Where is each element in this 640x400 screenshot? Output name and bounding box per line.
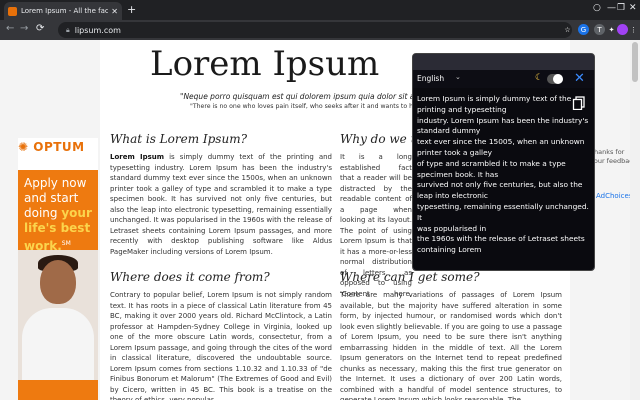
lipsum-favicon-icon bbox=[8, 6, 17, 16]
browser-toolbar: ← → ⟳ 🔒︎ lipsum.com ☆ G T ✦ ⋮ bbox=[0, 20, 640, 40]
translate-ext-icon[interactable]: T bbox=[594, 24, 605, 35]
google-ext-icon[interactable]: G bbox=[578, 24, 589, 35]
new-tab-button[interactable]: + bbox=[127, 3, 136, 16]
language-select[interactable]: English bbox=[417, 74, 444, 83]
lead-text: Lorem Ipsum bbox=[110, 153, 165, 161]
close-icon[interactable]: ✕ bbox=[574, 71, 585, 86]
section-heading-where-from: Where does it come from? bbox=[110, 270, 270, 284]
popup-drag-bar[interactable] bbox=[413, 54, 594, 70]
section-text-get-some: There are many variations of passages of… bbox=[340, 291, 562, 400]
forward-icon[interactable]: → bbox=[20, 23, 28, 34]
maximize-button[interactable]: ❐ bbox=[617, 3, 625, 13]
address-bar[interactable]: 🔒︎ lipsum.com bbox=[58, 22, 572, 38]
browser-tab-bar: Lorem Ipsum - All the facts - Lipsum ✕ +… bbox=[0, 0, 640, 20]
moon-icon: ☾ bbox=[535, 73, 544, 83]
chevron-down-icon[interactable]: ⌄ bbox=[455, 73, 461, 81]
profile-icon[interactable] bbox=[617, 24, 628, 35]
lock-icon: 🔒︎ bbox=[66, 25, 70, 34]
site-title: Lorem Ipsum bbox=[150, 44, 380, 84]
section-heading-get-some: Where can I get some? bbox=[340, 270, 480, 284]
translated-text: Lorem Ipsum is simply dummy text of the … bbox=[417, 94, 589, 255]
optum-ad[interactable]: ✺ OPTUM Apply now and start doing your l… bbox=[18, 138, 98, 400]
translator-popup: English ⌄ ☾ ✕ Lorem Ipsum is simply dumm… bbox=[412, 53, 595, 271]
menu-icon[interactable]: ⋮ bbox=[628, 24, 639, 35]
minimize-button[interactable]: — bbox=[607, 3, 616, 13]
section-text-where-from: Contrary to popular belief, Lorem Ipsum … bbox=[110, 291, 332, 400]
close-window-button[interactable]: ✕ bbox=[629, 3, 637, 13]
browser-tab[interactable]: Lorem Ipsum - All the facts - Lipsum ✕ bbox=[4, 2, 122, 20]
optum-logo: ✺ OPTUM bbox=[18, 140, 85, 154]
puzzle-icon[interactable]: ✦ bbox=[606, 24, 617, 35]
dark-mode-toggle[interactable] bbox=[547, 74, 563, 84]
popup-header: English ⌄ ☾ ✕ bbox=[413, 70, 594, 88]
copy-icon[interactable] bbox=[572, 96, 586, 110]
page-scrollbar[interactable] bbox=[630, 40, 640, 400]
ad-person-image bbox=[18, 250, 98, 380]
section-text-what: Lorem Ipsum is simply dummy text of the … bbox=[110, 153, 332, 256]
back-icon[interactable]: ← bbox=[6, 23, 14, 34]
tab-close-icon[interactable]: ✕ bbox=[111, 7, 118, 16]
scrollbar-thumb[interactable] bbox=[632, 42, 638, 82]
optum-logo-icon: ✺ bbox=[18, 140, 29, 154]
tab-title: Lorem Ipsum - All the facts - Lipsum bbox=[21, 7, 109, 15]
bookmark-star-icon[interactable]: ☆ bbox=[562, 24, 573, 35]
profile-circle-icon[interactable]: ○ bbox=[593, 3, 601, 13]
section-heading-what: What is Lorem Ipsum? bbox=[110, 132, 248, 146]
translator-output: Lorem Ipsum is simply dummy text of the … bbox=[413, 88, 594, 270]
address-url: lipsum.com bbox=[74, 25, 121, 35]
reload-icon[interactable]: ⟳ bbox=[36, 23, 44, 34]
